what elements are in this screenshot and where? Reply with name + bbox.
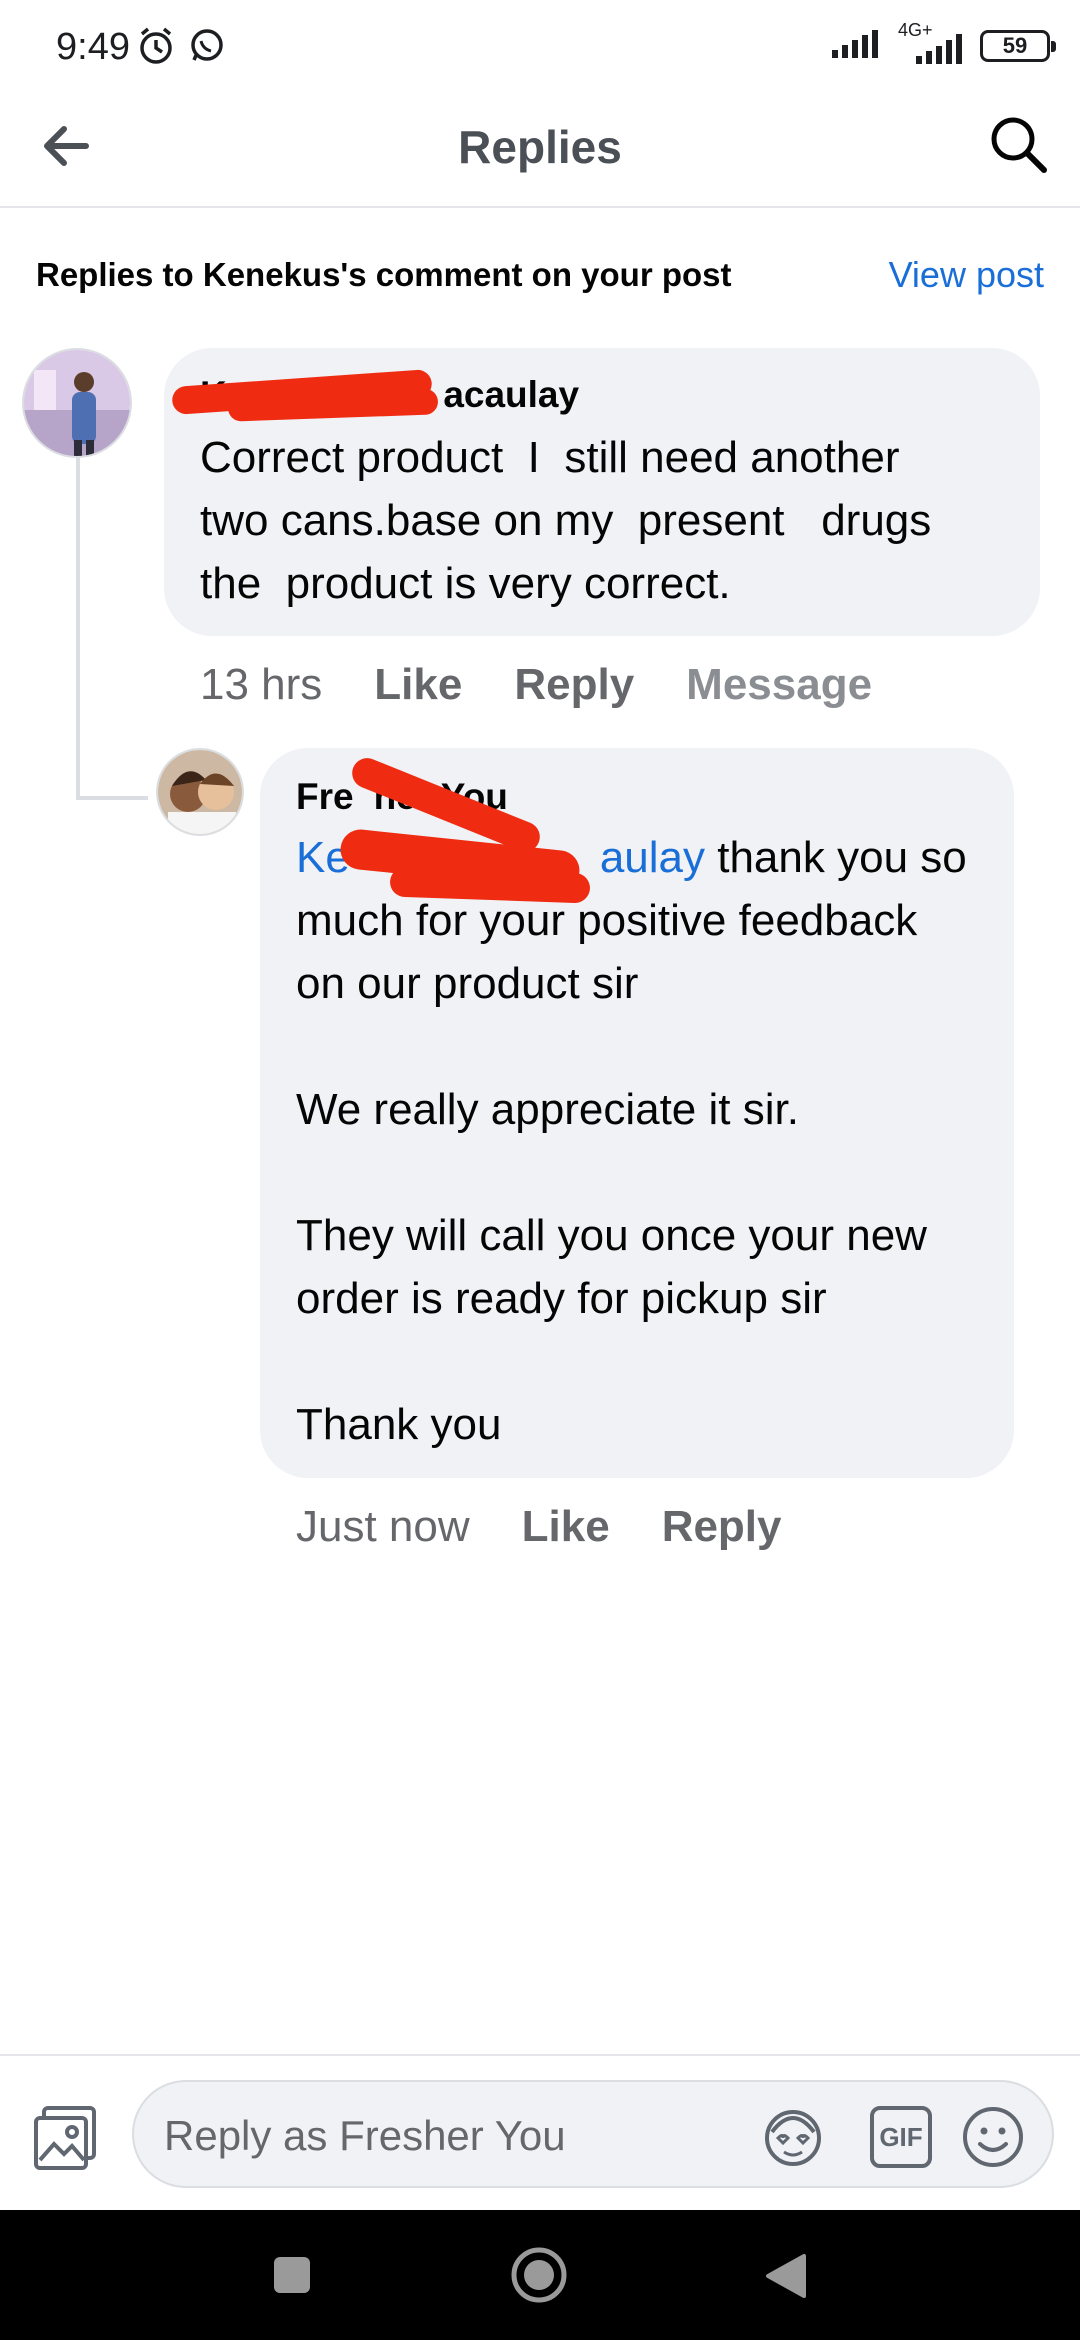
avatar-sticker-icon[interactable] (760, 2104, 826, 2170)
reply-composer: Reply as Fresher You GIF (0, 2054, 1080, 2210)
reply-input[interactable]: Reply as Fresher You GIF (132, 2080, 1054, 2188)
replies-subheader: Replies to Kenekus's comment on your pos… (36, 250, 1044, 300)
gif-button[interactable]: GIF (870, 2106, 932, 2168)
header: Replies (0, 90, 1080, 208)
status-time: 9:49 (56, 26, 130, 68)
status-bar: 9:49 4G+ 59 (0, 0, 1080, 90)
reply-text-body: much for your positive feedback on our p… (296, 896, 927, 1449)
alarm-icon (136, 26, 176, 71)
whatsapp-icon (186, 26, 226, 71)
reply-button[interactable]: Reply (514, 660, 634, 710)
like-button[interactable]: Like (374, 660, 462, 710)
emoji-icon[interactable] (960, 2104, 1026, 2170)
back-nav-icon[interactable] (762, 2252, 808, 2305)
status-right: 4G+ 59 (830, 20, 1056, 68)
like-button[interactable]: Like (522, 1502, 610, 1552)
system-navigation-bar (0, 2210, 1080, 2340)
replies-context-label: Replies to Kenekus's comment on your pos… (36, 256, 732, 293)
signal-icon (830, 28, 882, 65)
home-icon[interactable] (508, 2244, 570, 2311)
signal-4g-icon: 4G+ (896, 20, 966, 66)
reply-timestamp: Just now (296, 1502, 470, 1551)
thread-line (76, 458, 80, 800)
photo-icon[interactable] (30, 2102, 102, 2174)
reply-text: Ke aulay thank you so much for your posit… (296, 826, 996, 1456)
reply-text-first-line: thank you so (705, 833, 967, 882)
author-name-start: Fre (296, 776, 354, 817)
message-button[interactable]: Message (686, 660, 872, 710)
view-post-link[interactable]: View post (889, 254, 1044, 296)
reply-actions: Just now Like Reply (296, 1502, 782, 1552)
battery-icon: 59 (980, 30, 1056, 62)
reply-input-placeholder: Reply as Fresher You (164, 2112, 566, 2159)
reply-button[interactable]: Reply (662, 1502, 782, 1552)
author-name-end: acaulay (443, 374, 580, 415)
comment-timestamp: 13 hrs (200, 660, 323, 709)
search-icon[interactable] (986, 112, 1052, 178)
mention-end: aulay (599, 833, 706, 882)
avatar[interactable] (156, 748, 244, 836)
thread-line-branch (76, 796, 148, 800)
comment-text: Correct product I still need another two… (200, 433, 932, 608)
avatar[interactable] (22, 348, 132, 458)
page-title: Replies (458, 121, 622, 173)
gif-label: GIF (879, 2121, 923, 2152)
recent-apps-icon[interactable] (272, 2255, 312, 2300)
comment-actions: 13 hrs Like Reply Message (200, 660, 872, 710)
